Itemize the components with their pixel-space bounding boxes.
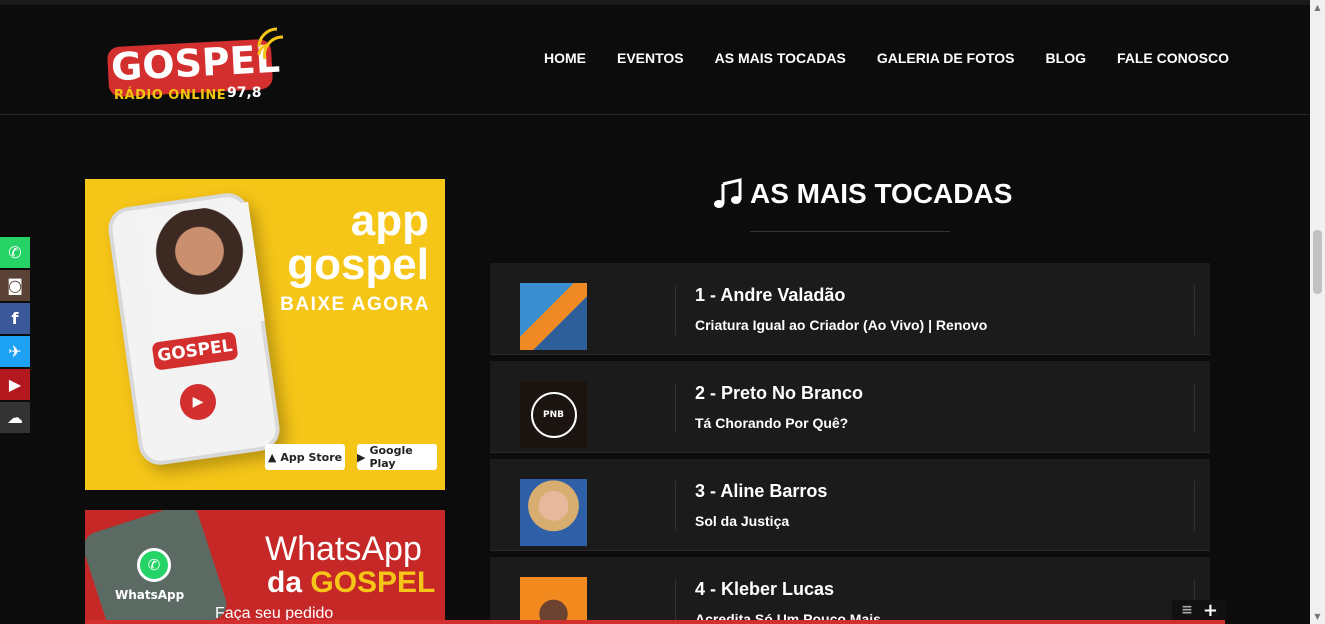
whatsapp-banner[interactable]: ✆ WhatsApp WhatsApp da GOSPEL Faça seu p… [85, 510, 445, 624]
track-cover [520, 283, 587, 350]
track-cover [520, 577, 587, 624]
section-title: AS MAIS TOCADAS [712, 178, 1012, 210]
social-sidebar: ✆ ◙ f ✈ ▶ ☁ [0, 237, 30, 435]
nav-home[interactable]: HOME [544, 50, 586, 66]
whatsapp-icon: ✆ [137, 548, 171, 582]
banner-app-title: app gospel [287, 196, 429, 289]
nav-galeria-de-fotos[interactable]: GALERIA DE FOTOS [877, 50, 1015, 66]
banner-download-cta: BAIXE AGORA [280, 294, 430, 315]
facebook-icon[interactable]: f [0, 303, 30, 334]
site-header: GOSPEL RÁDIO ONLINE 97,8 HOME EVENTOS AS… [0, 5, 1310, 115]
whatsapp-title: WhatsApp [265, 530, 422, 568]
app-gospel-banner[interactable]: GOSPEL ▶ app gospel BAIXE AGORA ▲ App St… [85, 179, 445, 490]
divider [675, 481, 676, 531]
expand-add-icon[interactable]: + [1203, 600, 1218, 621]
playlist-menu-icon[interactable]: ≡ [1181, 602, 1193, 618]
divider [675, 579, 676, 624]
page-scrollbar[interactable]: ▲ ▼ [1310, 0, 1325, 624]
track-row[interactable]: 1 - Andre Valadão Criatura Igual ao Cria… [490, 263, 1210, 355]
divider [1194, 383, 1195, 433]
music-note-icon [714, 178, 742, 208]
whatsapp-icon[interactable]: ✆ [0, 237, 30, 268]
track-song: Tá Chorando Por Quê? [695, 415, 849, 431]
divider [1194, 285, 1195, 335]
track-artist: 1 - Andre Valadão [695, 285, 846, 305]
woman-photo [139, 201, 265, 337]
preto-no-branco-logo: PNB [530, 391, 577, 438]
track-artist: 3 - Aline Barros [695, 481, 828, 501]
nav-eventos[interactable]: EVENTOS [617, 50, 684, 66]
divider [675, 285, 676, 335]
twitter-icon[interactable]: ✈ [0, 336, 30, 367]
app-store-badge[interactable]: ▲ App Store [265, 444, 345, 470]
divider [675, 383, 676, 433]
track-row[interactable]: 4 - Kleber Lucas Acredita Só Um Pouco Ma… [490, 557, 1210, 624]
site-logo[interactable]: GOSPEL RÁDIO ONLINE 97,8 [105, 23, 290, 113]
track-artist: 2 - Preto No Branco [695, 383, 864, 403]
apple-icon: ▲ [267, 450, 277, 464]
track-song: Criatura Igual ao Criador (Ao Vivo) | Re… [695, 317, 988, 333]
main-nav: HOME EVENTOS AS MAIS TOCADAS GALERIA DE … [544, 50, 1229, 66]
track-row[interactable]: PNB 2 - Preto No Branco Tá Chorando Por … [490, 361, 1210, 453]
instagram-icon[interactable]: ◙ [0, 270, 30, 301]
player-bar[interactable] [85, 620, 1225, 624]
divider [1194, 481, 1195, 531]
track-cover [520, 479, 587, 546]
whatsapp-subtitle: da GOSPEL [267, 566, 436, 599]
track-song: Sol da Justiça [695, 513, 790, 529]
track-row[interactable]: 3 - Aline Barros Sol da Justiça [490, 459, 1210, 551]
nav-fale-conosco[interactable]: FALE CONOSCO [1117, 50, 1229, 66]
scroll-up-icon[interactable]: ▲ [1310, 0, 1325, 15]
scrollbar-thumb[interactable] [1313, 230, 1322, 294]
radio-waves-icon [257, 27, 284, 60]
phone-whatsapp-label: WhatsApp [115, 588, 185, 602]
scroll-down-icon[interactable]: ▼ [1310, 609, 1325, 624]
player-controls: ≡ + [1172, 600, 1226, 621]
track-cover: PNB [520, 381, 587, 448]
google-play-badge[interactable]: ▶ Google Play [357, 444, 437, 470]
nav-blog[interactable]: BLOG [1046, 50, 1086, 66]
logo-frequency: 97,8 [227, 85, 262, 101]
nav-as-mais-tocadas[interactable]: AS MAIS TOCADAS [715, 50, 846, 66]
track-artist: 4 - Kleber Lucas [695, 579, 835, 599]
title-underline [750, 231, 950, 232]
soundcloud-icon[interactable]: ☁ [0, 402, 30, 433]
play-icon: ▶ [180, 384, 216, 420]
logo-subtitle: RÁDIO ONLINE [114, 88, 227, 103]
youtube-icon[interactable]: ▶ [0, 369, 30, 400]
page: GOSPEL RÁDIO ONLINE 97,8 HOME EVENTOS AS… [0, 0, 1325, 624]
google-play-icon: ▶ [357, 450, 366, 464]
